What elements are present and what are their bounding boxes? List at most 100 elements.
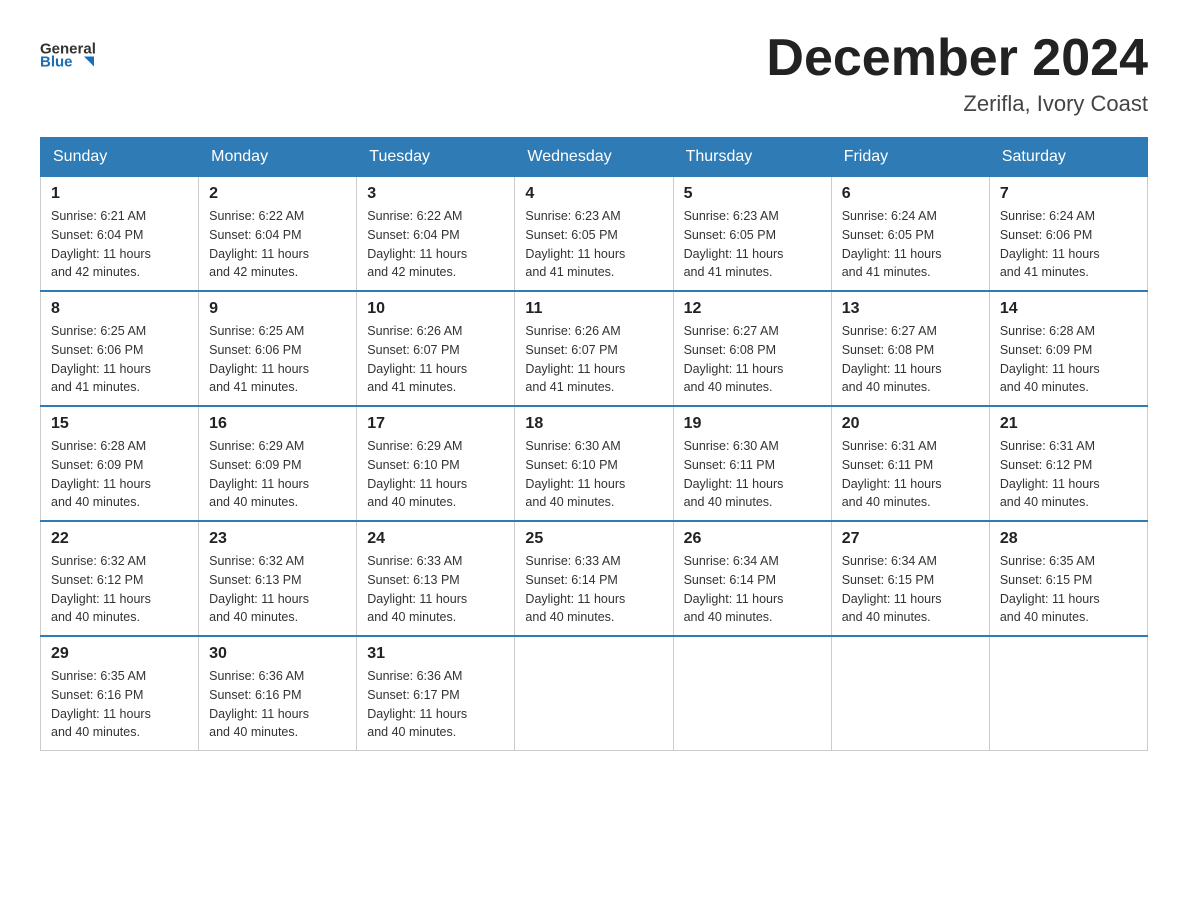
day-info: Sunrise: 6:32 AMSunset: 6:12 PMDaylight:… [51,552,188,627]
day-number: 6 [842,185,979,203]
day-info: Sunrise: 6:24 AMSunset: 6:05 PMDaylight:… [842,207,979,282]
day-number: 10 [367,300,504,318]
calendar-cell [673,636,831,751]
day-number: 9 [209,300,346,318]
day-number: 23 [209,530,346,548]
calendar-cell: 23Sunrise: 6:32 AMSunset: 6:13 PMDayligh… [199,521,357,636]
day-info: Sunrise: 6:27 AMSunset: 6:08 PMDaylight:… [684,322,821,397]
day-number: 16 [209,415,346,433]
day-info: Sunrise: 6:33 AMSunset: 6:13 PMDaylight:… [367,552,504,627]
calendar-cell: 26Sunrise: 6:34 AMSunset: 6:14 PMDayligh… [673,521,831,636]
day-number: 17 [367,415,504,433]
calendar-cell: 24 Sunrise: 6:33 AMSunset: 6:13 PMDayligh… [357,521,515,636]
calendar-cell: 31Sunrise: 6:36 AMSunset: 6:17 PMDayligh… [357,636,515,751]
day-info: Sunrise: 6:36 AMSunset: 6:16 PMDaylight:… [209,667,346,742]
calendar-subtitle: Zerifla, Ivory Coast [766,91,1148,117]
day-number: 2 [209,185,346,203]
day-info: Sunrise: 6:23 AMSunset: 6:05 PMDaylight:… [684,207,821,282]
day-number: 30 [209,645,346,663]
calendar-cell: 18 Sunrise: 6:30 AMSunset: 6:10 PMDayligh… [515,406,673,521]
day-header-saturday: Saturday [989,138,1147,177]
day-number: 8 [51,300,188,318]
calendar-cell: 1 Sunrise: 6:21 AMSunset: 6:04 PMDaylight… [41,177,199,292]
calendar-cell: 12Sunrise: 6:27 AMSunset: 6:08 PMDayligh… [673,291,831,406]
day-number: 22 [51,530,188,548]
day-info: Sunrise: 6:23 AMSunset: 6:05 PMDaylight:… [525,207,662,282]
day-number: 19 [684,415,821,433]
day-number: 26 [684,530,821,548]
day-number: 11 [525,300,662,318]
day-number: 14 [1000,300,1137,318]
day-number: 3 [367,185,504,203]
day-info: Sunrise: 6:30 AMSunset: 6:11 PMDaylight:… [684,437,821,512]
calendar-cell [515,636,673,751]
page-header: General Blue December 2024 Zerifla, Ivor… [40,30,1148,117]
calendar-cell: 22 Sunrise: 6:32 AMSunset: 6:12 PMDayligh… [41,521,199,636]
calendar-cell [989,636,1147,751]
day-number: 24 [367,530,504,548]
day-info: Sunrise: 6:29 AMSunset: 6:10 PMDaylight:… [367,437,504,512]
day-info: Sunrise: 6:21 AMSunset: 6:04 PMDaylight:… [51,207,188,282]
logo: General Blue [40,30,100,80]
calendar-week-row: 8 Sunrise: 6:25 AMSunset: 6:06 PMDaylight… [41,291,1148,406]
day-header-friday: Friday [831,138,989,177]
calendar-cell: 27 Sunrise: 6:34 AMSunset: 6:15 PMDayligh… [831,521,989,636]
day-info: Sunrise: 6:25 AMSunset: 6:06 PMDaylight:… [209,322,346,397]
day-info: Sunrise: 6:26 AMSunset: 6:07 PMDaylight:… [525,322,662,397]
calendar-week-row: 22 Sunrise: 6:32 AMSunset: 6:12 PMDayligh… [41,521,1148,636]
calendar-header-row: SundayMondayTuesdayWednesdayThursdayFrid… [41,138,1148,177]
day-info: Sunrise: 6:24 AMSunset: 6:06 PMDaylight:… [1000,207,1137,282]
day-number: 28 [1000,530,1137,548]
day-info: Sunrise: 6:35 AMSunset: 6:16 PMDaylight:… [51,667,188,742]
day-info: Sunrise: 6:33 AMSunset: 6:14 PMDaylight:… [525,552,662,627]
calendar-cell: 2 Sunrise: 6:22 AMSunset: 6:04 PMDaylight… [199,177,357,292]
day-number: 1 [51,185,188,203]
calendar-cell: 21Sunrise: 6:31 AMSunset: 6:12 PMDayligh… [989,406,1147,521]
calendar-title: December 2024 [766,30,1148,87]
calendar-cell [831,636,989,751]
day-header-tuesday: Tuesday [357,138,515,177]
day-number: 7 [1000,185,1137,203]
day-info: Sunrise: 6:30 AMSunset: 6:10 PMDaylight:… [525,437,662,512]
day-info: Sunrise: 6:25 AMSunset: 6:06 PMDaylight:… [51,322,188,397]
calendar-cell: 6 Sunrise: 6:24 AMSunset: 6:05 PMDaylight… [831,177,989,292]
day-number: 27 [842,530,979,548]
day-header-sunday: Sunday [41,138,199,177]
day-header-wednesday: Wednesday [515,138,673,177]
calendar-cell: 20Sunrise: 6:31 AMSunset: 6:11 PMDayligh… [831,406,989,521]
title-block: December 2024 Zerifla, Ivory Coast [766,30,1148,117]
day-info: Sunrise: 6:28 AMSunset: 6:09 PMDaylight:… [1000,322,1137,397]
calendar-cell: 4 Sunrise: 6:23 AMSunset: 6:05 PMDaylight… [515,177,673,292]
day-info: Sunrise: 6:36 AMSunset: 6:17 PMDaylight:… [367,667,504,742]
calendar-cell: 28Sunrise: 6:35 AMSunset: 6:15 PMDayligh… [989,521,1147,636]
day-info: Sunrise: 6:34 AMSunset: 6:15 PMDaylight:… [842,552,979,627]
logo-image: General Blue [40,30,100,80]
calendar-cell: 9 Sunrise: 6:25 AMSunset: 6:06 PMDaylight… [199,291,357,406]
day-number: 4 [525,185,662,203]
calendar-cell: 15Sunrise: 6:28 AMSunset: 6:09 PMDayligh… [41,406,199,521]
calendar-cell: 29 Sunrise: 6:35 AMSunset: 6:16 PMDayligh… [41,636,199,751]
day-info: Sunrise: 6:31 AMSunset: 6:12 PMDaylight:… [1000,437,1137,512]
calendar-cell: 5 Sunrise: 6:23 AMSunset: 6:05 PMDaylight… [673,177,831,292]
day-header-monday: Monday [199,138,357,177]
day-number: 13 [842,300,979,318]
calendar-cell: 7 Sunrise: 6:24 AMSunset: 6:06 PMDaylight… [989,177,1147,292]
calendar-cell: 10 Sunrise: 6:26 AMSunset: 6:07 PMDayligh… [357,291,515,406]
day-number: 20 [842,415,979,433]
calendar-week-row: 15Sunrise: 6:28 AMSunset: 6:09 PMDayligh… [41,406,1148,521]
calendar-cell: 17 Sunrise: 6:29 AMSunset: 6:10 PMDayligh… [357,406,515,521]
calendar-cell: 25Sunrise: 6:33 AMSunset: 6:14 PMDayligh… [515,521,673,636]
day-number: 5 [684,185,821,203]
day-number: 18 [525,415,662,433]
day-number: 29 [51,645,188,663]
calendar-cell: 16Sunrise: 6:29 AMSunset: 6:09 PMDayligh… [199,406,357,521]
calendar-cell: 8 Sunrise: 6:25 AMSunset: 6:06 PMDaylight… [41,291,199,406]
day-info: Sunrise: 6:26 AMSunset: 6:07 PMDaylight:… [367,322,504,397]
calendar-cell: 11 Sunrise: 6:26 AMSunset: 6:07 PMDayligh… [515,291,673,406]
calendar-cell: 30 Sunrise: 6:36 AMSunset: 6:16 PMDayligh… [199,636,357,751]
calendar-table: SundayMondayTuesdayWednesdayThursdayFrid… [40,137,1148,751]
svg-text:Blue: Blue [40,54,73,71]
calendar-week-row: 29 Sunrise: 6:35 AMSunset: 6:16 PMDayligh… [41,636,1148,751]
calendar-cell: 3Sunrise: 6:22 AMSunset: 6:04 PMDaylight… [357,177,515,292]
day-info: Sunrise: 6:22 AMSunset: 6:04 PMDaylight:… [209,207,346,282]
